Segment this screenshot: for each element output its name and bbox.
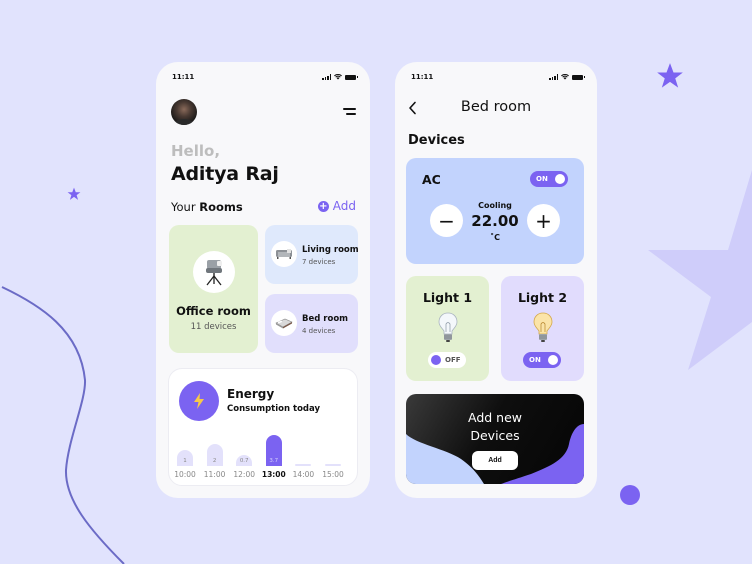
add-device-button[interactable]: Add (472, 451, 518, 470)
room-card-bedroom[interactable]: Bed room 4 devices (265, 294, 358, 353)
star-small-left-icon (67, 187, 81, 200)
device-name: Light 2 (517, 290, 568, 305)
light-2-card: Light 2 ON (501, 276, 584, 381)
star-top-right-icon (657, 63, 683, 88)
battery-icon (572, 74, 585, 80)
bed-icon (271, 310, 297, 336)
energy-subtitle: Consumption today (227, 404, 321, 414)
energy-bar-value: 3.7 (269, 458, 279, 464)
status-time: 11:11 (172, 73, 195, 81)
light-1-toggle[interactable]: OFF (428, 352, 466, 368)
energy-bar-value: 1 (183, 458, 187, 464)
add-devices-title: Add new Devices (467, 410, 522, 443)
menu-icon[interactable] (342, 107, 356, 117)
room-card-office[interactable]: Office room 11 devices (169, 225, 258, 353)
device-name: Light 1 (422, 290, 473, 305)
ac-power-toggle[interactable]: ON (530, 171, 568, 187)
room-card-living[interactable]: Living room 7 devices (265, 225, 359, 284)
energy-card[interactable]: Energy Consumption today 1 10:00 2 11:00 0.7… (168, 368, 358, 486)
signal-icon (322, 74, 331, 80)
energy-time-label: 13:00 (261, 470, 286, 479)
energy-bar-13:00[interactable]: 3.7 (265, 435, 282, 466)
user-name: Aditya Raj (171, 163, 279, 185)
light-1-card: Light 1 OFF (406, 276, 489, 381)
ac-device-card: AC ON − Cooling 22.00 ˚C + (406, 158, 584, 264)
energy-bar-value: 2 (212, 458, 217, 464)
devices-heading: Devices (408, 133, 465, 148)
light-bulb-off-icon (438, 312, 457, 342)
light-bulb-on-icon (533, 312, 552, 342)
energy-bar: 2 (206, 444, 223, 466)
page-title: Bed room (460, 99, 532, 115)
energy-bar (325, 464, 341, 466)
home-screen: 11:11 Hello, Aditya Raj Your Rooms + Add (156, 62, 370, 498)
energy-bar-14:00[interactable] (295, 464, 312, 466)
room-device-count: 11 devices (190, 322, 237, 332)
status-time: 11:11 (411, 73, 434, 81)
increase-temp-button[interactable]: + (527, 204, 560, 237)
energy-bar-12:00[interactable]: 0.7 (236, 455, 253, 466)
energy-bar-value: 0.7 (239, 458, 249, 464)
room-name: Office room (176, 304, 251, 318)
energy-bar: 1 (177, 449, 193, 466)
add-devices-card: Add new Devices Add (406, 394, 584, 484)
sofa-icon (271, 241, 297, 267)
rooms-heading: Your Rooms (171, 200, 243, 214)
wavy-line-decoration (1, 286, 125, 564)
energy-title: Energy (227, 387, 275, 401)
energy-bar-15:00[interactable] (325, 464, 341, 466)
star-large-right-icon (648, 170, 752, 370)
wifi-icon (334, 74, 342, 80)
ac-mode: Cooling (478, 201, 512, 210)
toggle-knob (548, 355, 558, 365)
plus-circle-icon: + (317, 200, 329, 212)
status-bar: 11:11 (172, 72, 358, 82)
light-2-toggle[interactable]: ON (523, 352, 561, 368)
room-name: Bed room (302, 314, 349, 324)
temperature-unit: ˚C (490, 233, 500, 242)
energy-bar-10:00[interactable]: 1 (177, 449, 193, 466)
lightning-icon (179, 381, 219, 421)
bedroom-screen: 11:11 Bed room Devices AC ON − Cooling 2… (395, 62, 597, 498)
status-bar: 11:11 (411, 72, 585, 82)
add-room-button[interactable]: + Add (317, 199, 356, 213)
energy-time-label: 10:00 (174, 470, 196, 479)
energy-time-label: 12:00 (233, 470, 255, 479)
energy-time-label: 11:00 (203, 470, 226, 479)
energy-bar: 0.7 (236, 455, 253, 466)
avatar[interactable] (171, 99, 197, 125)
toggle-knob (431, 355, 441, 365)
energy-bar (295, 464, 312, 466)
circle-decoration (620, 485, 640, 505)
energy-bar: 3.7 (265, 435, 282, 466)
room-device-count: 7 devices (302, 258, 336, 266)
energy-time-label: 15:00 (322, 470, 344, 479)
energy-bar-11:00[interactable]: 2 (206, 444, 223, 466)
wifi-icon (561, 74, 569, 80)
energy-bar-chart: 1 10:00 2 11:00 0.7 12:00 3.7 13:00 14:00 15:00 (174, 429, 351, 479)
office-chair-icon (193, 251, 235, 293)
room-device-count: 4 devices (302, 327, 336, 335)
room-name: Living room (302, 245, 359, 255)
device-name: AC (422, 172, 441, 187)
toggle-knob (555, 174, 565, 184)
signal-icon (549, 74, 558, 80)
energy-time-label: 14:00 (292, 470, 315, 479)
battery-icon (345, 74, 358, 80)
greeting: Hello, (171, 142, 221, 160)
